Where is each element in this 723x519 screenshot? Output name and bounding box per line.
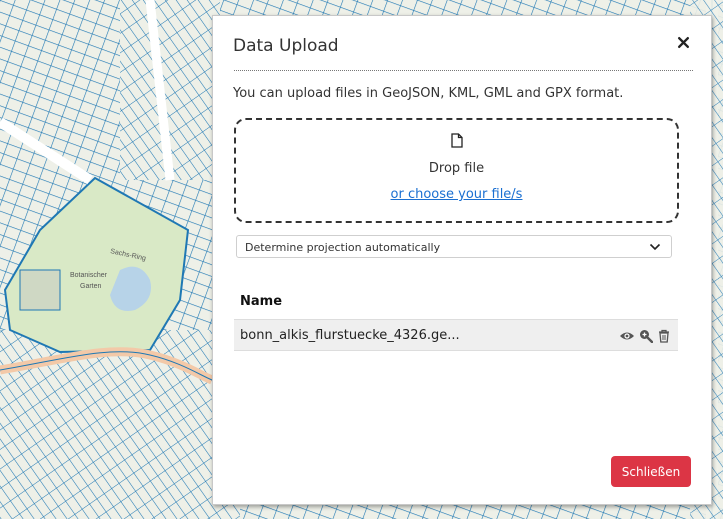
file-icon <box>450 133 463 152</box>
zoom-icon[interactable] <box>639 328 654 347</box>
chevron-down-icon <box>649 241 661 254</box>
table-row: bonn_alkis_flurstuecke_4326.ge... <box>234 319 678 351</box>
file-dropzone[interactable]: Drop file or choose your file/s <box>234 118 679 223</box>
close-icon[interactable] <box>677 34 690 54</box>
trash-icon[interactable] <box>658 328 670 347</box>
projection-select[interactable]: Determine projection automatically <box>236 235 672 258</box>
name-column-header: Name <box>240 294 283 309</box>
projection-selected-value: Determine projection automatically <box>245 241 441 254</box>
title-divider <box>234 70 693 71</box>
data-upload-dialog: Data Upload You can upload files in GeoJ… <box>212 15 712 505</box>
dialog-title: Data Upload <box>233 36 339 56</box>
choose-file-link[interactable]: or choose your file/s <box>236 187 677 202</box>
drop-file-label: Drop file <box>428 161 485 176</box>
map-label: Botanischer <box>70 272 108 279</box>
map-label: Garten <box>80 283 102 290</box>
upload-instructions: You can upload files in GeoJSON, KML, GM… <box>233 86 624 101</box>
eye-icon[interactable] <box>619 328 635 347</box>
file-name: bonn_alkis_flurstuecke_4326.ge... <box>240 328 460 343</box>
close-button[interactable]: Schließen <box>611 456 691 487</box>
